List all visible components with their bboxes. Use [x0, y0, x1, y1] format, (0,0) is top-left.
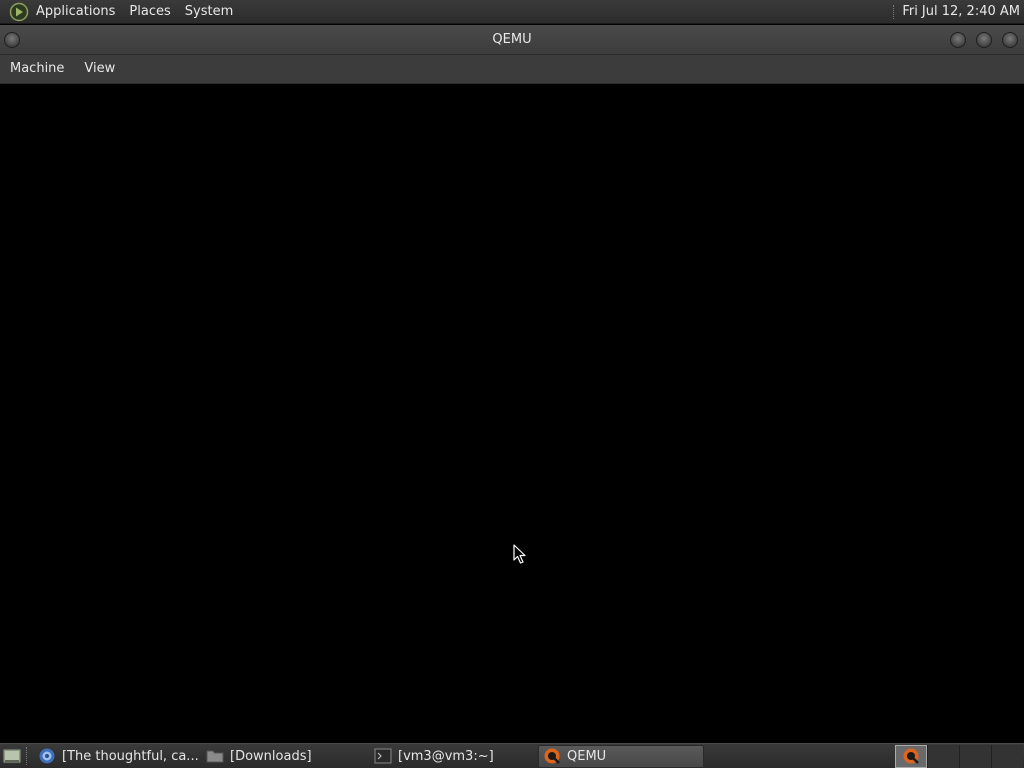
task-label: [Downloads] [230, 748, 312, 764]
menubar: Machine View [0, 55, 1024, 84]
folder-icon [206, 747, 224, 765]
workspace-2[interactable] [927, 744, 959, 768]
taskbar-separator [26, 747, 30, 765]
mouse-pointer-icon [513, 544, 526, 564]
close-button[interactable] [1002, 32, 1018, 48]
task-label: [vm3@vm3:~] [398, 748, 494, 764]
maximize-button[interactable] [976, 32, 992, 48]
clock[interactable]: Fri Jul 12, 2:40 AM [902, 0, 1024, 24]
task-label: [The thoughtful, ca... [62, 748, 199, 764]
places-menu[interactable]: Places [122, 0, 177, 24]
panel-separator [893, 4, 895, 19]
workspace-4[interactable] [991, 744, 1023, 768]
workspace-switcher [895, 744, 1023, 768]
show-desktop-icon[interactable] [1, 745, 23, 767]
view-menu[interactable]: View [74, 55, 125, 83]
workspace-1[interactable] [895, 744, 927, 768]
task-downloads[interactable]: [Downloads] [202, 745, 368, 768]
distro-logo-icon[interactable] [9, 2, 29, 22]
applications-menu[interactable]: Applications [29, 0, 122, 24]
taskbar: [The thoughtful, ca... [Downloads] [vm3@… [0, 743, 1024, 768]
workspace-3[interactable] [959, 744, 991, 768]
minimize-button[interactable] [950, 32, 966, 48]
top-panel: Applications Places System Fri Jul 12, 2… [0, 0, 1024, 24]
task-label: QEMU [567, 748, 607, 764]
vm-display[interactable] [0, 84, 1024, 743]
task-terminal[interactable]: [vm3@vm3:~] [370, 745, 536, 768]
machine-menu[interactable]: Machine [0, 55, 74, 83]
task-qemu[interactable]: QEMU [538, 744, 704, 768]
browser-icon [38, 747, 56, 765]
system-menu[interactable]: System [178, 0, 240, 24]
task-browser[interactable]: [The thoughtful, ca... [34, 745, 200, 768]
terminal-icon [374, 747, 392, 765]
qemu-icon [903, 748, 919, 764]
window-title: QEMU [492, 32, 532, 47]
qemu-icon [543, 747, 561, 765]
window-titlebar[interactable]: QEMU [0, 25, 1024, 55]
